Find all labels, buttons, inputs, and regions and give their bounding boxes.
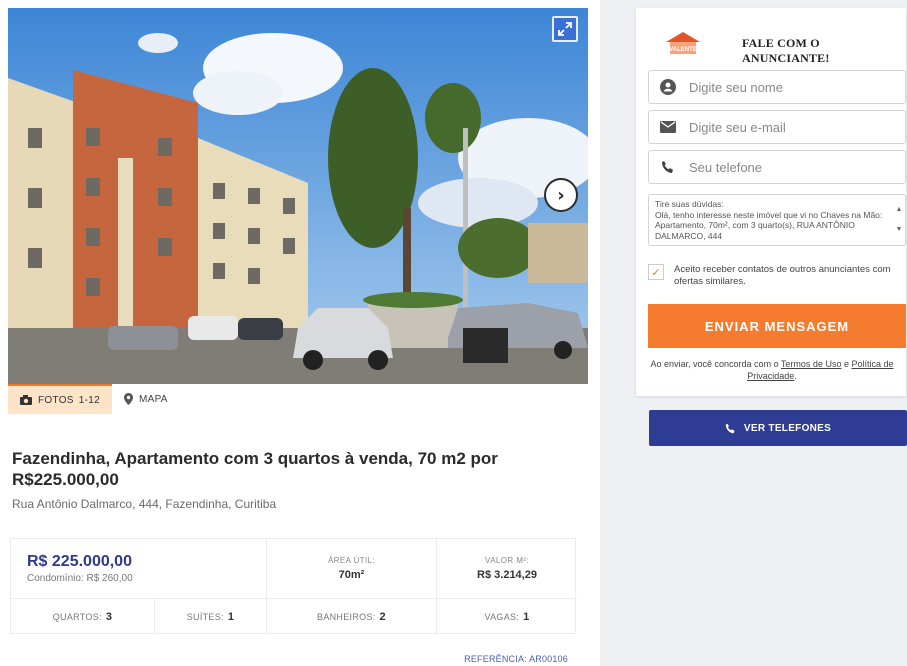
tab-map-label: MAPA xyxy=(138,393,168,405)
consent-checkbox[interactable]: ✓ xyxy=(648,264,664,280)
feature-label: BANHEIROS: xyxy=(317,612,376,622)
next-photo-button[interactable]: › xyxy=(544,178,578,212)
area-label: ÁREA ÚTIL: xyxy=(327,556,376,565)
listing-summary: R$ 225.000,00 Condomínio: R$ 260,00 ÁREA… xyxy=(10,538,577,635)
feature-suites: SUÍTES: 1 xyxy=(155,599,267,635)
message-title: Tire suas dúvidas: xyxy=(655,199,724,209)
consent-row: ✓ Aceito receber contatos de outros anun… xyxy=(648,264,906,288)
name-field[interactable] xyxy=(648,70,906,104)
svg-text:VALENTE: VALENTE xyxy=(669,47,697,53)
scroll-up-icon: ▲ xyxy=(895,206,903,213)
tab-photos[interactable]: FOTOS 1-12 xyxy=(8,384,112,414)
listing-address: Rua Antônio Dalmarco, 444, Fazendinha, C… xyxy=(12,497,277,511)
contact-title: FALE COM O ANUNCIANTE! xyxy=(742,36,830,65)
show-phones-button[interactable]: VER TELEFONES xyxy=(649,410,907,446)
listing-panel: › FOTOS 1-12 MAPA Fazendinha, Apartament… xyxy=(0,0,600,666)
message-textarea[interactable]: Tire suas dúvidas: Olá, tenho interesse … xyxy=(648,194,906,246)
terms-prefix: Ao enviar, você concorda com o xyxy=(650,359,781,369)
terms-and: e xyxy=(841,359,852,369)
phone-input[interactable] xyxy=(689,159,889,175)
phone-icon xyxy=(659,158,677,176)
feature-value: 1 xyxy=(227,611,235,623)
phone-icon xyxy=(725,423,736,434)
expand-icon[interactable] xyxy=(552,16,578,42)
name-input[interactable] xyxy=(689,79,889,95)
terms-notice: Ao enviar, você concorda com o Termos de… xyxy=(640,358,904,382)
terms-link[interactable]: Termos de Uso xyxy=(781,359,842,369)
message-scrollbar[interactable]: ▲ ▼ xyxy=(895,205,903,235)
contact-sidebar: VALENTE FALE COM O ANUNCIANTE! Tire suas xyxy=(600,0,907,666)
feature-label: VAGAS: xyxy=(484,612,520,622)
area-cell: ÁREA ÚTIL: 70m² xyxy=(267,539,437,598)
feature-value: 1 xyxy=(523,611,530,623)
terms-suffix: . xyxy=(794,371,797,381)
email-field[interactable] xyxy=(648,110,906,144)
consent-label: Aceito receber contatos de outros anunci… xyxy=(674,264,891,287)
camera-icon xyxy=(20,395,32,405)
message-text: Olá, tenho interesse neste imóvel que vi… xyxy=(655,209,883,241)
contact-card: VALENTE FALE COM O ANUNCIANTE! Tire suas xyxy=(636,8,906,396)
feature-label: SUÍTES: xyxy=(186,612,224,622)
listing-title: Fazendinha, Apartamento com 3 quartos à … xyxy=(12,449,498,489)
email-input[interactable] xyxy=(689,119,889,135)
feature-label: QUARTOS: xyxy=(52,612,102,622)
feature-bedrooms: QUARTOS: 3 xyxy=(11,599,155,635)
user-icon xyxy=(659,78,677,96)
scroll-down-icon: ▼ xyxy=(895,225,903,233)
phone-field[interactable] xyxy=(648,150,906,184)
tab-photos-count: 1-12 xyxy=(78,394,100,406)
sqm-price-cell: VALOR M²: R$ 3.214,29 xyxy=(437,539,577,598)
sqm-price-value: R$ 3.214,29 xyxy=(477,569,537,581)
tab-map[interactable]: MAPA xyxy=(112,384,180,414)
area-value: 70m² xyxy=(338,569,365,581)
listing-photo[interactable]: › xyxy=(8,8,588,384)
listing-reference: REFERÊNCIA: AR00106 xyxy=(464,654,568,664)
media-tabs: FOTOS 1-12 MAPA xyxy=(8,384,180,414)
advertiser-logo: VALENTE xyxy=(662,30,704,56)
show-phones-label: VER TELEFONES xyxy=(743,422,832,434)
sqm-price-label: VALOR M²: xyxy=(485,556,529,565)
feature-bathrooms: BANHEIROS: 2 xyxy=(267,599,437,635)
tab-photos-label: FOTOS xyxy=(38,394,74,406)
envelope-icon xyxy=(659,118,677,136)
price-cell: R$ 225.000,00 Condomínio: R$ 260,00 xyxy=(11,539,267,598)
condo-fee: Condomínio: R$ 260,00 xyxy=(27,573,133,584)
listing-price: R$ 225.000,00 xyxy=(27,553,132,570)
map-pin-icon xyxy=(123,393,133,405)
feature-value: 2 xyxy=(379,611,386,623)
feature-value: 3 xyxy=(105,611,113,623)
feature-parking: VAGAS: 1 xyxy=(437,599,577,635)
send-message-button[interactable]: ENVIAR MENSAGEM xyxy=(648,304,906,348)
